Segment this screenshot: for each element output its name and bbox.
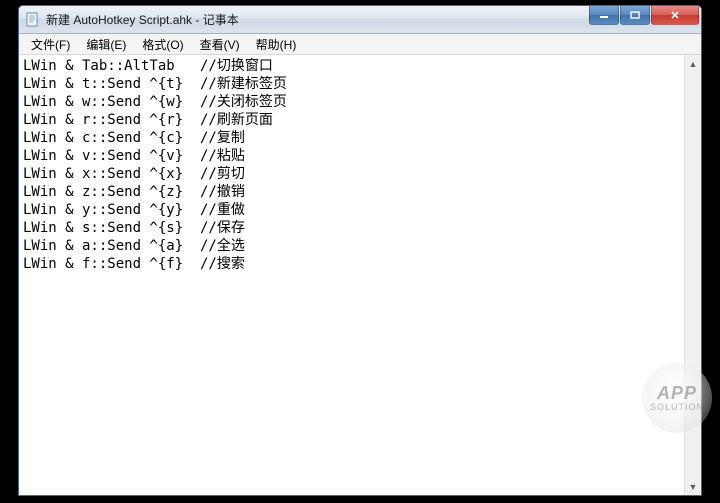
maximize-button[interactable] [620, 6, 650, 25]
titlebar[interactable]: 新建 AutoHotkey Script.ahk - 记事本 [19, 6, 701, 34]
menu-edit[interactable]: 编辑(E) [78, 34, 134, 55]
notepad-window: 新建 AutoHotkey Script.ahk - 记事本 文件(F) 编辑(… [18, 5, 702, 496]
scroll-up-icon[interactable]: ▲ [685, 55, 701, 72]
content-wrap: LWin & Tab::AltTab //切换窗口 LWin & t::Send… [19, 55, 701, 495]
menu-help[interactable]: 帮助(H) [248, 34, 305, 55]
scroll-down-icon[interactable]: ▼ [685, 478, 701, 495]
app-icon [25, 12, 41, 28]
minimize-button[interactable] [589, 6, 619, 25]
menubar: 文件(F) 编辑(E) 格式(O) 查看(V) 帮助(H) [19, 34, 701, 55]
vertical-scrollbar[interactable]: ▲ ▼ [684, 55, 701, 495]
window-title: 新建 AutoHotkey Script.ahk - 记事本 [46, 11, 589, 28]
window-controls [589, 6, 699, 33]
menu-format[interactable]: 格式(O) [134, 34, 191, 55]
menu-file[interactable]: 文件(F) [23, 34, 78, 55]
menu-view[interactable]: 查看(V) [192, 34, 248, 55]
text-area[interactable]: LWin & Tab::AltTab //切换窗口 LWin & t::Send… [19, 55, 684, 495]
close-button[interactable] [651, 6, 699, 25]
